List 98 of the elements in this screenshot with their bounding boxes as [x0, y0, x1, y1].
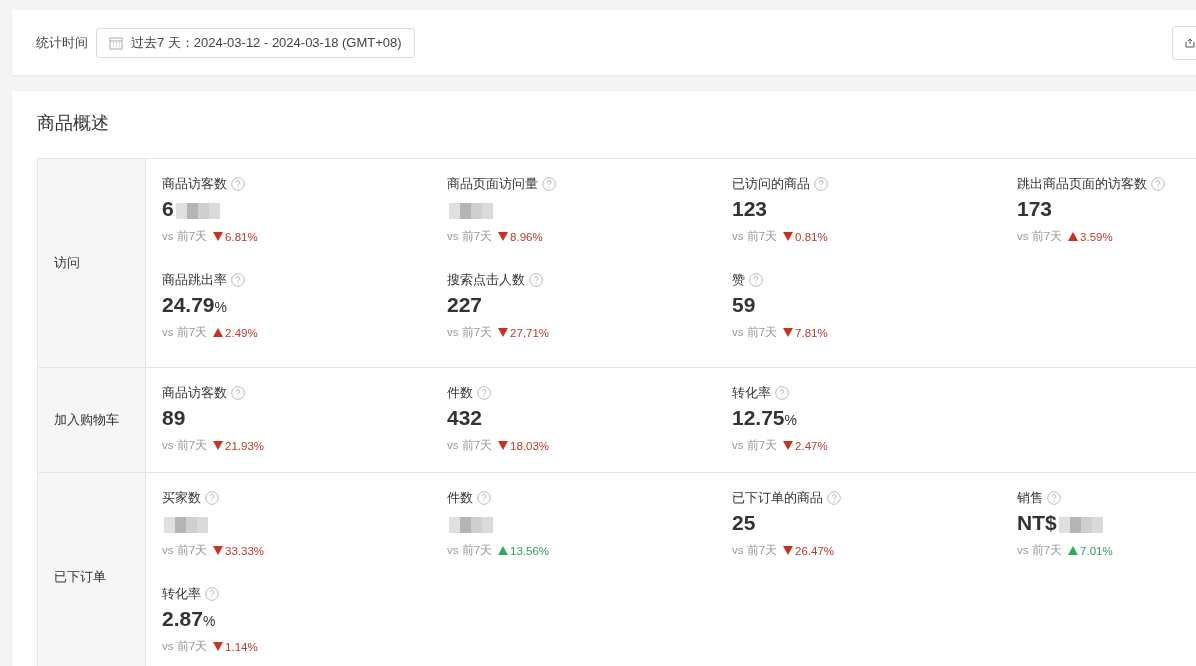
change-percent: 3.59%	[1068, 230, 1113, 243]
change-percent: 33.33%	[213, 544, 265, 557]
down-arrow-icon	[783, 232, 794, 241]
change-percent: 2.47%	[783, 439, 828, 452]
comparison-label: vs 前7天	[162, 639, 208, 654]
unit-label: %	[202, 613, 216, 629]
change-percent: 2.49%	[213, 326, 258, 339]
down-arrow-icon	[213, 441, 224, 450]
comparison-label: vs 前7天	[732, 438, 778, 453]
change-percent: 13.56%	[498, 544, 550, 557]
metric-value: 432	[447, 406, 483, 430]
date-range-picker[interactable]: 过去7 天：2024-03-12 - 2024-03-18 (GMT+08)	[96, 27, 415, 58]
section-title: 商品概述	[37, 112, 110, 135]
comparison-label: vs 前7天	[162, 438, 208, 453]
help-icon[interactable]	[205, 491, 219, 505]
metric-value: 24.79	[162, 293, 215, 317]
help-icon[interactable]	[749, 273, 763, 287]
metric-name: 赞	[732, 271, 745, 289]
up-arrow-icon	[213, 328, 224, 337]
up-arrow-icon	[1068, 546, 1079, 555]
metric-name: 买家数	[162, 489, 201, 507]
help-icon[interactable]	[542, 177, 556, 191]
up-arrow-icon	[498, 546, 509, 555]
help-icon[interactable]	[205, 587, 219, 601]
metric-name: 已访问的商品	[732, 175, 810, 193]
comparison-label: vs 前7天	[732, 229, 778, 244]
metric-value: 89	[162, 406, 186, 430]
help-icon[interactable]	[231, 273, 245, 287]
down-arrow-icon	[783, 546, 794, 555]
calendar-icon	[109, 35, 123, 50]
down-arrow-icon	[498, 328, 509, 337]
metric-value: 227	[447, 293, 483, 317]
help-icon[interactable]	[1047, 491, 1061, 505]
unit-label: %	[214, 299, 227, 315]
metric-name: 商品访客数	[162, 175, 227, 193]
change-percent: 8.96%	[498, 230, 543, 243]
metric-name: 件数	[447, 489, 473, 507]
help-icon[interactable]	[231, 386, 245, 400]
metric-value: 123	[732, 197, 768, 221]
metric-name: 销售	[1017, 489, 1043, 507]
metric-name: 件数	[447, 384, 473, 402]
unit-label: %	[784, 412, 797, 428]
up-arrow-icon	[1068, 232, 1079, 241]
comparison-label: vs 前7天	[732, 325, 778, 340]
metric-name: 转化率	[162, 585, 201, 603]
down-arrow-icon	[498, 232, 509, 241]
change-percent: 0.81%	[783, 230, 828, 243]
change-percent: 18.03%	[498, 439, 550, 452]
down-arrow-icon	[213, 642, 224, 651]
comparison-label: vs 前7天	[162, 325, 208, 340]
comparison-label: vs 前7天	[1017, 229, 1063, 244]
help-icon[interactable]	[477, 386, 491, 400]
change-percent: 21.93%	[213, 439, 265, 452]
down-arrow-icon	[213, 546, 224, 555]
metric-value: 173	[1017, 197, 1053, 221]
metric-value: 59	[732, 293, 756, 317]
metric-name: 搜索点击人数	[447, 271, 525, 289]
metric-value: 12.75	[732, 406, 785, 430]
filter-label: 统计时间	[36, 33, 88, 52]
change-percent: 1.14%	[213, 640, 258, 653]
metric-value: 25	[732, 511, 756, 535]
change-percent: 7.01%	[1068, 544, 1113, 557]
comparison-label: vs 前7天	[162, 543, 208, 558]
help-icon[interactable]	[814, 177, 828, 191]
comparison-label: vs 前7天	[447, 229, 493, 244]
metric-value: NT$	[1017, 511, 1057, 535]
help-icon[interactable]	[477, 491, 491, 505]
export-icon	[1185, 38, 1195, 48]
group-label: 已下订单	[54, 568, 106, 586]
metric-name: 商品页面访问量	[447, 175, 538, 193]
comparison-label: vs 前7天	[447, 438, 493, 453]
metric-name: 跳出商品页面的访客数	[1017, 175, 1147, 193]
metric-name: 商品跳出率	[162, 271, 227, 289]
change-percent: 26.47%	[783, 544, 835, 557]
comparison-label: vs 前7天	[447, 543, 493, 558]
down-arrow-icon	[783, 441, 794, 450]
comparison-label: vs 前7天	[1017, 543, 1063, 558]
down-arrow-icon	[498, 441, 509, 450]
comparison-label: vs 前7天	[447, 325, 493, 340]
group-label: 访问	[54, 254, 80, 272]
down-arrow-icon	[213, 232, 224, 241]
help-icon[interactable]	[775, 386, 789, 400]
help-icon[interactable]	[529, 273, 543, 287]
group-label: 加入购物车	[54, 411, 119, 429]
comparison-label: vs 前7天	[732, 543, 778, 558]
down-arrow-icon	[783, 328, 794, 337]
help-icon[interactable]	[231, 177, 245, 191]
metric-name: 已下订单的商品	[732, 489, 823, 507]
metric-value: 6	[162, 197, 174, 221]
help-icon[interactable]	[1151, 177, 1165, 191]
metric-name: 转化率	[732, 384, 771, 402]
comparison-label: vs 前7天	[162, 229, 208, 244]
change-percent: 27.71%	[498, 326, 550, 339]
change-percent: 6.81%	[213, 230, 258, 243]
change-percent: 7.81%	[783, 326, 828, 339]
help-icon[interactable]	[827, 491, 841, 505]
metric-name: 商品访客数	[162, 384, 227, 402]
metric-value: 2.87	[162, 607, 203, 631]
